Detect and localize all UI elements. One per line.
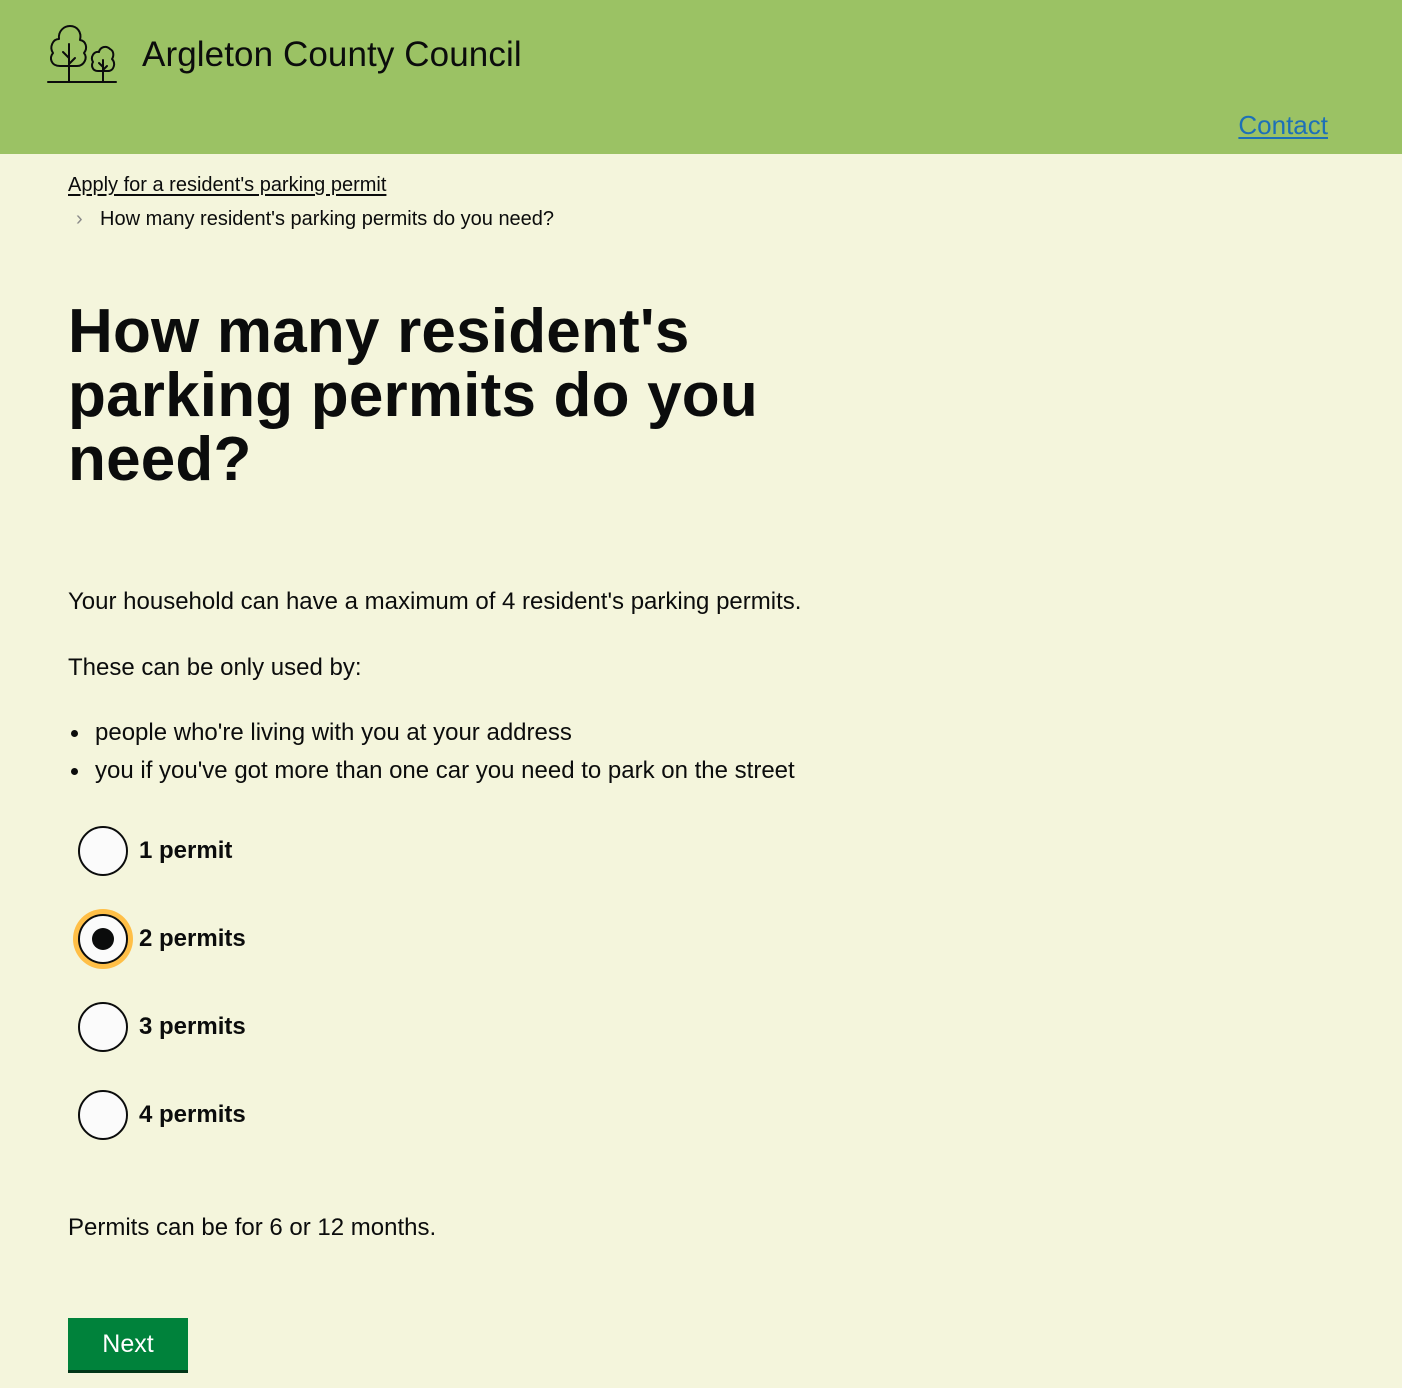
next-button[interactable]: Next <box>68 1318 188 1370</box>
radio-option-1-permit[interactable]: 1 permit <box>78 824 246 878</box>
breadcrumb-current-item: › How many resident's parking permits do… <box>68 204 554 234</box>
site-name: Argleton County Council <box>142 35 522 74</box>
breadcrumb-link-apply[interactable]: Apply for a resident's parking permit <box>68 170 554 200</box>
radio-selected-dot <box>92 928 114 950</box>
list-item: you if you've got more than one car you … <box>71 752 868 790</box>
site-header: Argleton County Council Contact <box>0 0 1402 154</box>
radio-button[interactable] <box>78 1090 128 1140</box>
used-by-list: people who're living with you at your ad… <box>68 714 868 790</box>
radio-option-3-permits[interactable]: 3 permits <box>78 1000 246 1054</box>
radio-label[interactable]: 3 permits <box>139 1012 246 1042</box>
main-content: How many resident's parking permits do y… <box>68 297 868 1242</box>
radio-label[interactable]: 2 permits <box>139 924 246 954</box>
radio-button-selected[interactable] <box>78 914 128 964</box>
radio-button[interactable] <box>78 1002 128 1052</box>
trees-logo-icon <box>47 25 117 83</box>
radio-label[interactable]: 1 permit <box>139 836 232 866</box>
breadcrumb: Apply for a resident's parking permit › … <box>68 170 554 234</box>
radio-label[interactable]: 4 permits <box>139 1100 246 1130</box>
radio-button[interactable] <box>78 826 128 876</box>
max-permits-text: Your household can have a maximum of 4 r… <box>68 588 802 615</box>
page-title: How many resident's parking permits do y… <box>68 297 758 494</box>
breadcrumb-current-label: How many resident's parking permits do y… <box>100 208 555 230</box>
radio-option-4-permits[interactable]: 4 permits <box>78 1088 246 1142</box>
chevron-right-icon: › <box>76 208 83 230</box>
radio-option-2-permits[interactable]: 2 permits <box>78 912 246 966</box>
home-logo-link[interactable]: Argleton County Council <box>46 22 522 88</box>
permit-count-radios: 1 permit 2 permits 3 permits 4 permits <box>78 824 246 1176</box>
permit-duration-text: Permits can be for 6 or 12 months. <box>68 1214 437 1241</box>
list-item: people who're living with you at your ad… <box>71 714 868 752</box>
contact-link[interactable]: Contact <box>1238 108 1328 142</box>
used-by-intro: These can be only used by: <box>68 654 362 681</box>
